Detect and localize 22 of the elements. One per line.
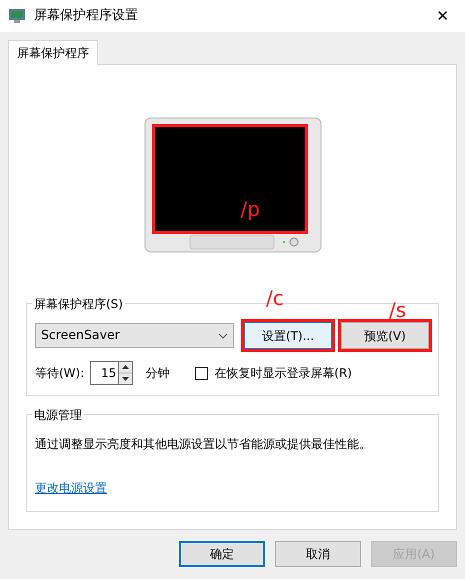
dialog-button[interactable]: 设置(T)... xyxy=(244,322,332,349)
chevron-icon xyxy=(218,332,228,338)
minutes-field[interactable]: 15 xyxy=(90,361,118,385)
unit-label: 分钟 xyxy=(145,365,170,382)
power-settings-link[interactable]: 更改电源设置 xyxy=(35,481,107,495)
dialog-button[interactable]: 确定 xyxy=(179,541,265,567)
window-title: 屏幕保护程序设置 xyxy=(34,7,139,26)
annotation-label: /c xyxy=(266,288,284,308)
wait-label: 等待(W): xyxy=(35,365,84,382)
power-description: 通过调整显示亮度和其他电源设置以节省能源或提供最佳性能。 xyxy=(35,436,372,453)
annotation-label: /p xyxy=(240,199,260,219)
annotation-label: /s xyxy=(389,300,406,320)
dialog-button[interactable]: 取消 xyxy=(275,541,361,567)
close-button[interactable]: ✕ xyxy=(428,8,457,24)
dialog-button[interactable]: 预览(V) xyxy=(341,322,429,349)
screensaver-dropdown[interactable]: ScreenSaver xyxy=(35,323,234,348)
spin-arrows-icon[interactable] xyxy=(118,361,134,385)
checkbox-label: 在恢复时显示登录屏幕(R) xyxy=(214,365,352,382)
checkbox[interactable] xyxy=(195,366,208,380)
tab[interactable]: 屏幕保护程序 xyxy=(8,40,98,65)
group-title: 屏幕保护程序(S) xyxy=(32,295,125,313)
monitor-icon xyxy=(8,8,26,24)
